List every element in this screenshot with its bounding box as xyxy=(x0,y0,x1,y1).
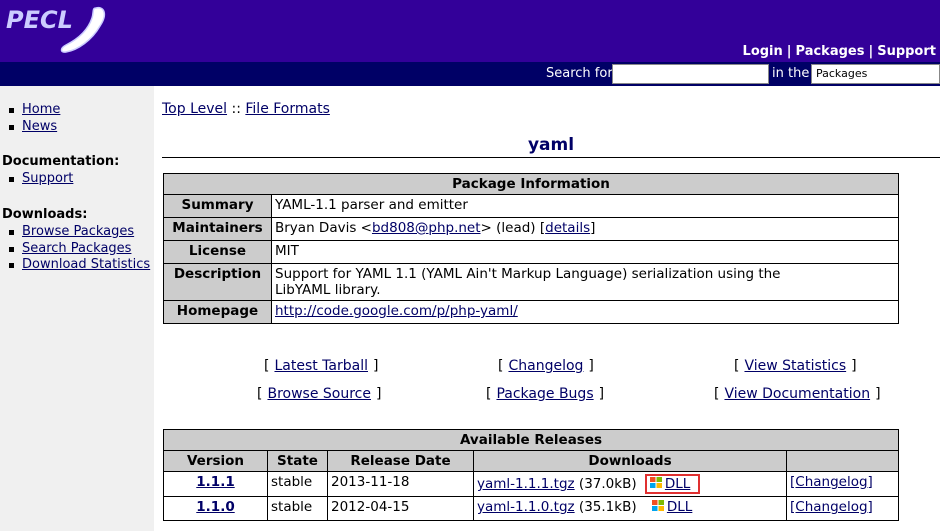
sidebar-item-search-packages[interactable]: Search Packages xyxy=(22,241,131,256)
sidebar-item-browse-packages[interactable]: Browse Packages xyxy=(22,224,134,239)
description-label: Description xyxy=(163,263,272,301)
tgz-download-link[interactable]: yaml-1.1.1.tgz xyxy=(477,476,575,492)
column-changelog xyxy=(786,450,899,472)
view-statistics-group: [View Statistics] xyxy=(734,358,857,374)
downloads-cell: yaml-1.1.0.tgz (35.1kB) DLL xyxy=(473,496,787,521)
maintainer-details-link[interactable]: details xyxy=(545,220,590,236)
browse-source-group: [Browse Source] xyxy=(257,386,382,402)
logo-text: PECL xyxy=(6,6,73,34)
summary-value: YAML-1.1 parser and emitter xyxy=(271,194,899,218)
sidebar-documentation: Support xyxy=(8,171,73,188)
windows-icon xyxy=(649,477,662,488)
maintainers-label: Maintainers xyxy=(163,217,272,241)
release-date: 2013-11-18 xyxy=(327,471,474,497)
version-link[interactable]: 1.1.0 xyxy=(196,499,234,515)
changelog-link[interactable]: Changelog xyxy=(508,358,583,374)
sidebar-item-download-statistics[interactable]: Download Statistics xyxy=(22,257,150,272)
browse-source-link[interactable]: Browse Source xyxy=(267,386,371,402)
package-info-table: Package Information Summary YAML-1.1 par… xyxy=(163,173,899,324)
homepage-value: http://code.google.com/p/php-yaml/ xyxy=(271,300,899,324)
sidebar-nav: Home News xyxy=(8,102,60,135)
package-bugs-group: [Package Bugs] xyxy=(486,386,605,402)
windows-icon xyxy=(651,500,664,511)
sidebar-downloads: Browse Packages Search Packages Download… xyxy=(8,224,150,274)
packages-link[interactable]: Packages xyxy=(796,44,865,59)
changelog-group: [Changelog] xyxy=(498,358,594,374)
release-changelog-link[interactable]: [Changelog] xyxy=(790,474,873,490)
pecl-logo[interactable]: PECL xyxy=(4,2,114,58)
release-state: stable xyxy=(267,496,328,521)
description-value: Support for YAML 1.1 (YAML Ain't Markup … xyxy=(271,263,899,301)
latest-tarball-link[interactable]: Latest Tarball xyxy=(274,358,368,374)
breadcrumb-top-level[interactable]: Top Level xyxy=(162,101,227,117)
sidebar: Home News Documentation: Support Downloa… xyxy=(0,86,154,531)
homepage-label: Homepage xyxy=(163,300,272,324)
column-downloads: Downloads xyxy=(473,450,787,472)
search-scope-select[interactable]: Packages xyxy=(811,64,940,84)
search-bar: Search for in the Packages xyxy=(0,62,940,86)
sidebar-item-home[interactable]: Home xyxy=(22,102,60,117)
maintainers-value: Bryan Davis <bd808@php.net> (lead) [deta… xyxy=(271,217,899,241)
file-size: (35.1kB) xyxy=(578,499,637,515)
search-input[interactable] xyxy=(612,64,769,84)
dll-cell: DLL xyxy=(647,499,700,515)
file-size: (37.0kB) xyxy=(578,476,637,492)
title-divider xyxy=(162,157,940,158)
latest-tarball-group: [Latest Tarball] xyxy=(264,358,379,374)
page-title: yaml xyxy=(527,135,575,155)
dll-highlight-box: DLL xyxy=(644,474,701,494)
support-link[interactable]: Support xyxy=(877,44,936,59)
release-changelog-link[interactable]: [Changelog] xyxy=(790,499,873,515)
releases-heading: Available Releases xyxy=(163,429,899,451)
column-release-date: Release Date xyxy=(327,450,474,472)
release-state: stable xyxy=(267,471,328,497)
site-header: PECL Login | Packages | Support xyxy=(0,0,940,62)
dll-download-link[interactable]: DLL xyxy=(665,476,690,492)
version-link[interactable]: 1.1.1 xyxy=(196,474,234,490)
search-label: Search for xyxy=(546,66,613,81)
package-info-heading: Package Information xyxy=(163,173,899,195)
view-statistics-link[interactable]: View Statistics xyxy=(744,358,846,374)
sidebar-documentation-heading: Documentation: xyxy=(2,154,120,169)
maintainer-email-link[interactable]: bd808@php.net xyxy=(372,220,481,236)
license-value: MIT xyxy=(271,240,899,264)
tgz-download-link[interactable]: yaml-1.1.0.tgz xyxy=(477,499,575,515)
dll-download-link[interactable]: DLL xyxy=(667,499,692,515)
downloads-cell: yaml-1.1.1.tgz (37.0kB) DLL xyxy=(473,471,787,497)
view-documentation-group: [View Documentation] xyxy=(714,386,881,402)
login-link[interactable]: Login xyxy=(743,44,783,59)
sidebar-item-news[interactable]: News xyxy=(22,119,57,134)
release-date: 2012-04-15 xyxy=(327,496,474,521)
table-row: 1.1.1 stable 2013-11-18 yaml-1.1.1.tgz (… xyxy=(163,471,899,497)
homepage-link[interactable]: http://code.google.com/p/php-yaml/ xyxy=(275,303,518,319)
breadcrumb: Top Level :: File Formats xyxy=(162,101,330,117)
search-scope-label: in the xyxy=(772,66,810,81)
column-state: State xyxy=(267,450,328,472)
sidebar-downloads-heading: Downloads: xyxy=(2,207,88,222)
package-bugs-link[interactable]: Package Bugs xyxy=(496,386,593,402)
column-version: Version xyxy=(163,450,268,472)
breadcrumb-file-formats[interactable]: File Formats xyxy=(245,101,330,117)
sidebar-item-support[interactable]: Support xyxy=(22,171,73,186)
license-label: License xyxy=(163,240,272,264)
releases-table: Available Releases Version State Release… xyxy=(163,429,899,521)
view-documentation-link[interactable]: View Documentation xyxy=(724,386,870,402)
table-row: 1.1.0 stable 2012-04-15 yaml-1.1.0.tgz (… xyxy=(163,496,899,521)
top-links: Login | Packages | Support xyxy=(742,44,936,59)
breadcrumb-separator: :: xyxy=(231,101,241,117)
summary-label: Summary xyxy=(163,194,272,218)
